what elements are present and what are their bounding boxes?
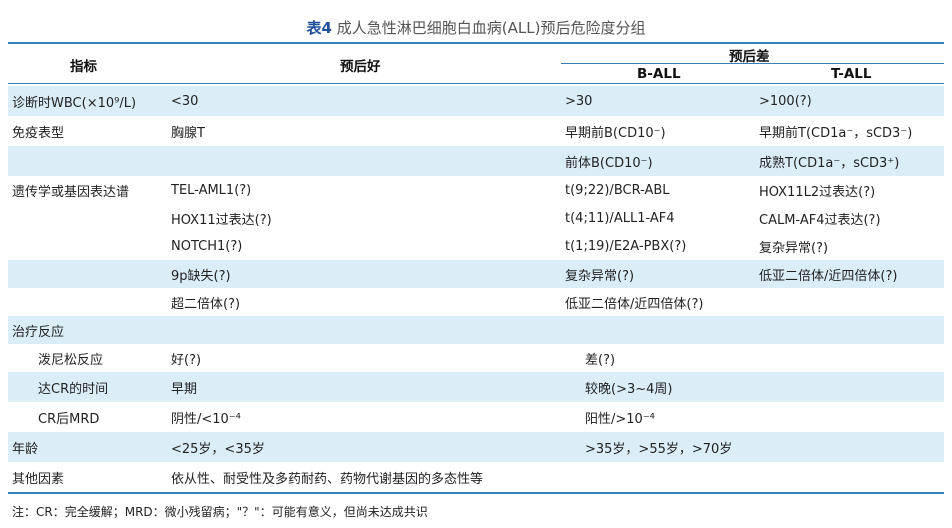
cell-indicator: 泼尼松反应 <box>38 352 104 368</box>
header-b-all: B-ALL <box>637 66 681 82</box>
cell-indicator: 遗传学或基因表达谱 <box>12 184 130 200</box>
table-row: 超二倍体(?) 低亚二倍体/近四倍体(?) <box>8 288 944 316</box>
cell-good-prognosis: NOTCH1(?) <box>171 238 243 254</box>
table-row: HOX11过表达(?) t(4;11)/ALL1-AF4 CALM-AF4过表达(?… <box>8 204 944 232</box>
cell-b-all: t(4;11)/ALL1-AF4 <box>565 210 675 226</box>
cell-b-all: t(1;19)/E2A-PBX(?) <box>565 238 687 254</box>
table-row: 其他因素 依从性、耐受性及多药耐药、药物代谢基因的多态性等 <box>8 462 944 492</box>
table-row: 免疫表型 胸腺T 早期前B(CD10⁻) 早期前T(CD1a⁻，sCD3⁻) <box>8 116 944 146</box>
table-row: 9p缺失(?) 复杂异常(?) 低亚二倍体/近四倍体(?) <box>8 260 944 288</box>
cell-good-prognosis: 阴性/<10⁻⁴ <box>171 411 241 427</box>
cell-indicator: 免疫表型 <box>12 125 65 141</box>
header-subrule <box>561 63 944 64</box>
cell-b-all: 早期前B(CD10⁻) <box>565 125 666 141</box>
table-title: 表4 成人急性淋巴细胞白血病(ALL)预后危险度分组 <box>0 17 952 38</box>
table-caption: 成人急性淋巴细胞白血病(ALL)预后危险度分组 <box>336 19 646 37</box>
table-number: 表4 <box>306 19 332 37</box>
table-row: 前体B(CD10⁻) 成熟T(CD1a⁻，sCD3⁺) <box>8 146 944 176</box>
table-row: 治疗反应 <box>8 316 944 344</box>
table-row: 达CR的时间 早期 较晚(>3~4周) <box>8 372 944 402</box>
cell-good-prognosis: 早期 <box>171 381 198 397</box>
cell-t-all: HOX11L2过表达(?) <box>759 184 876 200</box>
cell-good-prognosis: <30 <box>171 93 199 109</box>
header-poor-prognosis: 预后差 <box>729 49 770 65</box>
cell-good-prognosis: 好(?) <box>171 352 202 368</box>
cell-b-all: 低亚二倍体/近四倍体(?) <box>565 296 704 312</box>
cell-indicator: 年龄 <box>12 441 39 457</box>
cell-good-prognosis: <25岁，<35岁 <box>171 441 265 457</box>
cell-indicator: CR后MRD <box>38 411 100 427</box>
table-row: NOTCH1(?) t(1;19)/E2A-PBX(?) 复杂异常(?) <box>8 232 944 260</box>
table-row: 年龄 <25岁，<35岁 >35岁，>55岁，>70岁 <box>8 432 944 462</box>
cell-b-all: >30 <box>565 93 593 109</box>
cell-t-all: CALM-AF4过表达(?) <box>759 212 881 228</box>
cell-b-all: t(9;22)/BCR-ABL <box>565 182 670 198</box>
cell-b-all: 复杂异常(?) <box>565 268 635 284</box>
cell-t-all: 早期前T(CD1a⁻，sCD3⁻) <box>759 125 913 141</box>
cell-b-all: 较晚(>3~4周) <box>585 381 673 397</box>
table-bottom-rule <box>8 492 944 494</box>
cell-indicator: 诊断时WBC(×10⁹/L) <box>12 95 137 111</box>
cell-good-prognosis: 依从性、耐受性及多药耐药、药物代谢基因的多态性等 <box>171 471 484 487</box>
cell-good-prognosis: 9p缺失(?) <box>171 268 231 284</box>
cell-good-prognosis: TEL-AML1(?) <box>171 182 252 198</box>
cell-b-all: 前体B(CD10⁻) <box>565 155 653 171</box>
table-header: 指标 预后好 预后差 B-ALL T-ALL <box>8 44 944 86</box>
cell-indicator: 其他因素 <box>12 471 65 487</box>
cell-indicator: 治疗反应 <box>12 324 65 340</box>
cell-b-all: 差(?) <box>585 352 616 368</box>
header-t-all: T-ALL <box>831 66 872 82</box>
cell-t-all: 成熟T(CD1a⁻，sCD3⁺) <box>759 155 900 171</box>
table-row: 泼尼松反应 好(?) 差(?) <box>8 344 944 372</box>
cell-b-all: >35岁，>55岁，>70岁 <box>585 441 733 457</box>
footnote: 注：CR：完全缓解；MRD：微小残留病；"？"：可能有意义，但尚未达成共识 <box>12 505 428 519</box>
table-row: 诊断时WBC(×10⁹/L) <30 >30 >100(?) <box>8 86 944 116</box>
table-row: 遗传学或基因表达谱 TEL-AML1(?) t(9;22)/BCR-ABL HOX11… <box>8 176 944 204</box>
cell-good-prognosis: HOX11过表达(?) <box>171 212 272 228</box>
cell-t-all: 复杂异常(?) <box>759 240 829 256</box>
table-row: CR后MRD 阴性/<10⁻⁴ 阳性/>10⁻⁴ <box>8 402 944 432</box>
header-indicator: 指标 <box>70 59 97 75</box>
cell-indicator: 达CR的时间 <box>38 381 109 397</box>
header-bottom-rule <box>8 83 944 84</box>
cell-good-prognosis: 胸腺T <box>171 125 205 141</box>
cell-b-all: 阳性/>10⁻⁴ <box>585 411 655 427</box>
cell-t-all: >100(?) <box>759 93 812 109</box>
header-good-prognosis: 预后好 <box>340 59 381 75</box>
cell-good-prognosis: 超二倍体(?) <box>171 296 241 312</box>
cell-t-all: 低亚二倍体/近四倍体(?) <box>759 268 898 284</box>
